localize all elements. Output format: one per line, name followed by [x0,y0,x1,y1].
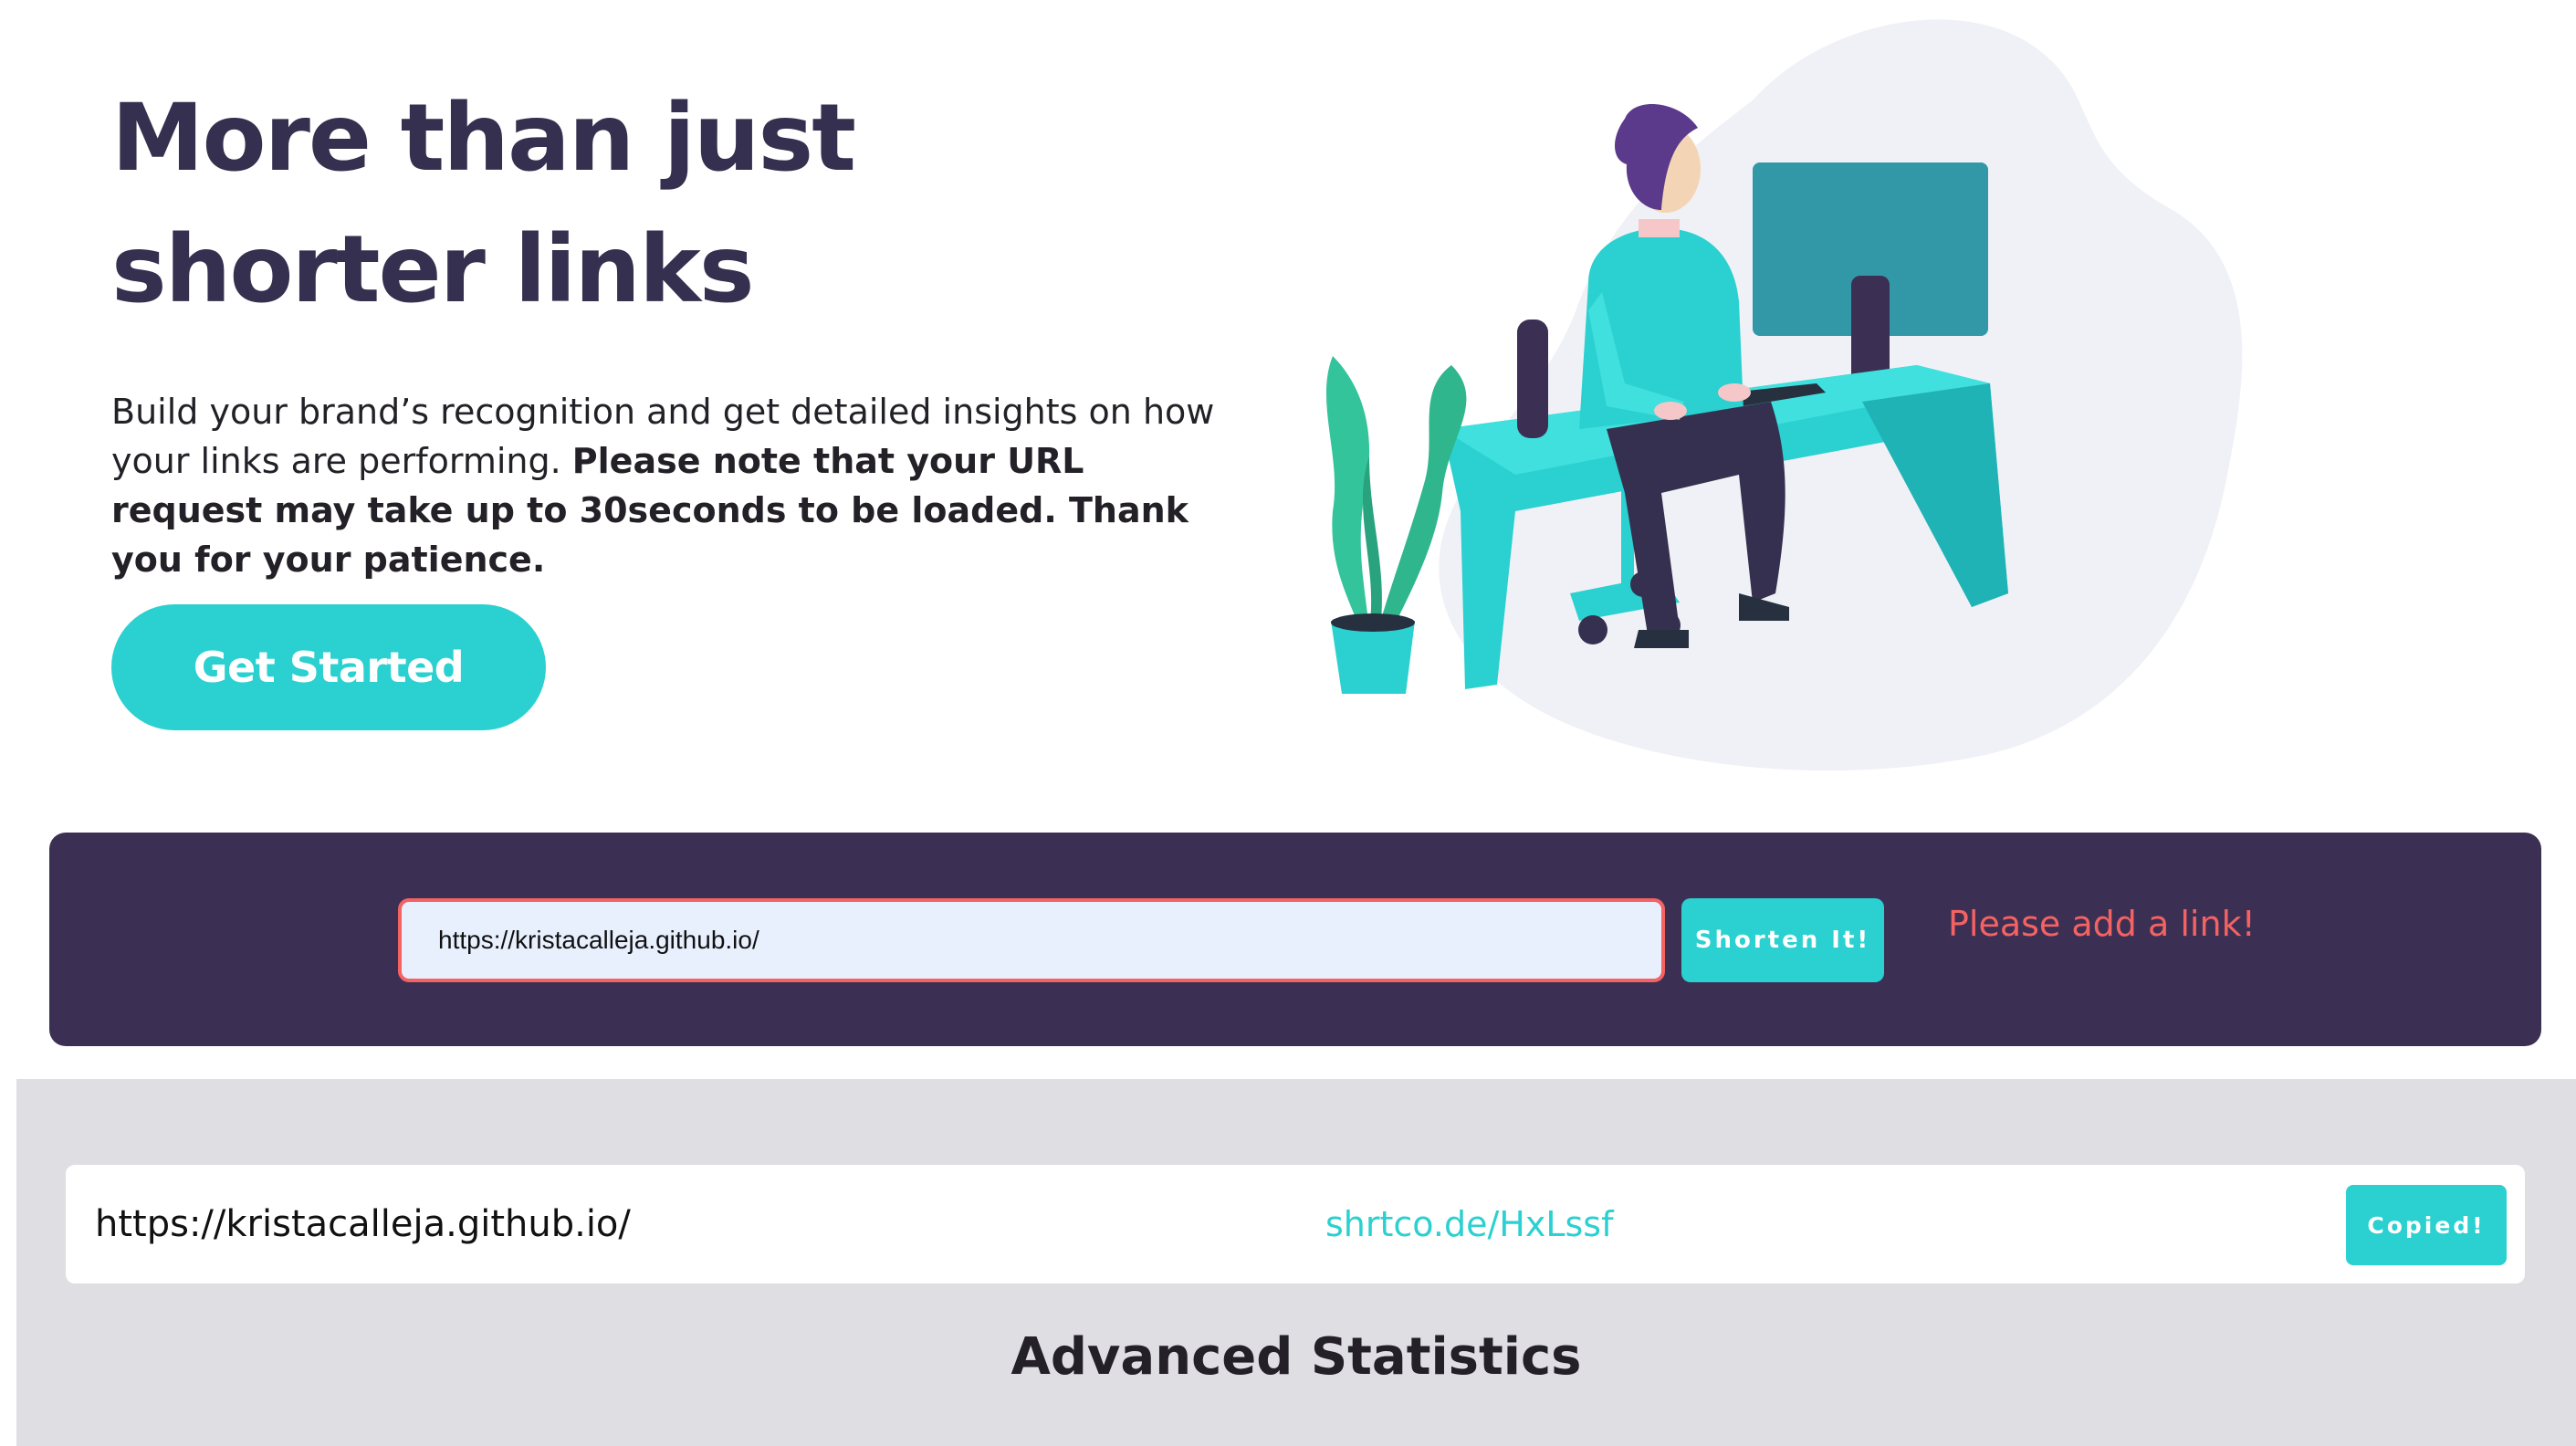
working-illustration [1325,19,2243,771]
shorten-panel: Shorten It! Please add a link! [49,833,2541,1046]
error-message: Please add a link! [1948,904,2256,944]
short-url-link[interactable]: shrtco.de/HxLssf [1325,1165,1613,1284]
copy-button[interactable]: Copied! [2346,1185,2507,1265]
url-input[interactable] [398,898,1665,982]
hero-title: More than just shorter links [111,84,856,324]
hero-description: Build your brand’s recognition and get d… [111,387,1243,584]
results-section: https://kristacalleja.github.io/ shrtco.… [16,1079,2576,1446]
plant-icon [1325,356,1467,694]
shorten-button[interactable]: Shorten It! [1681,898,1884,982]
original-url: https://kristacalleja.github.io/ [95,1203,631,1245]
advanced-statistics-heading: Advanced Statistics [1011,1327,1582,1387]
get-started-button[interactable]: Get Started [111,604,546,730]
result-card: https://kristacalleja.github.io/ shrtco.… [66,1165,2525,1284]
